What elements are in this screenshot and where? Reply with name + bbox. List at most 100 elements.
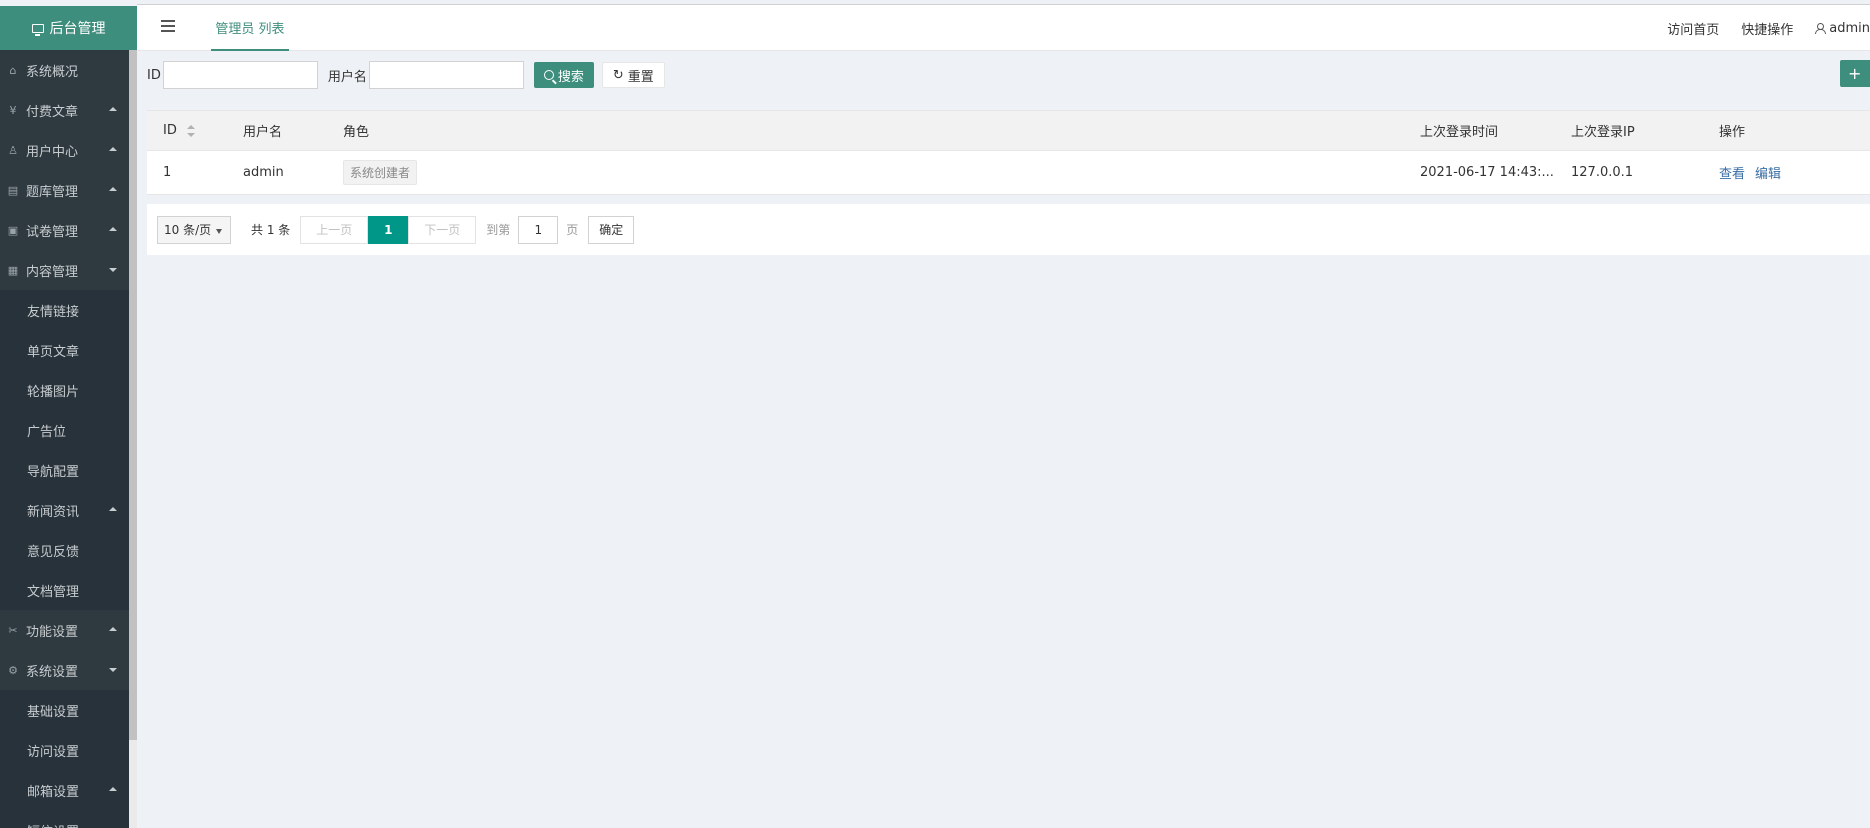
content-submenu: 友情链接 单页文章 轮播图片 广告位 导航配置 新闻资讯 意见反馈 文档管理 (0, 290, 129, 610)
cell-actions: 查看 编辑 (1719, 151, 1791, 194)
sort-icon[interactable] (186, 124, 195, 137)
refresh-icon: ↻ (612, 67, 624, 83)
cell-last-login-time: 2021-06-17 14:43:... (1420, 165, 1554, 180)
cell-last-login-ip: 127.0.0.1 (1571, 165, 1634, 180)
caret-down-icon (109, 268, 117, 272)
sidebar-item-label: 用户中心 (26, 144, 79, 160)
sidebar-subitem[interactable]: 广告位 (0, 410, 129, 450)
sidebar-item-label: 新闻资讯 (27, 504, 80, 520)
tools-icon: ✂ (8, 623, 18, 637)
paper-icon: ▣ (7, 223, 19, 237)
sidebar-item-question-bank[interactable]: ▤ 题库管理 (0, 170, 129, 210)
sidebar-item-system-settings[interactable]: ⚙ 系统设置 (0, 650, 129, 690)
caret-up-icon (109, 147, 117, 151)
system-submenu: 基础设置 访问设置 邮箱设置 短信设置 (0, 690, 129, 828)
prev-page-button[interactable]: 上一页 (300, 215, 369, 244)
sidebar-subitem[interactable]: 访问设置 (0, 730, 129, 770)
id-input[interactable] (162, 61, 318, 89)
username-label: 用户名 (327, 69, 367, 85)
sidebar-subitem[interactable]: 短信设置 (0, 810, 129, 828)
tab-admin-list[interactable]: 管理员 列表 (211, 5, 289, 51)
column-header-label: ID (163, 123, 177, 138)
sidebar-subitem-news[interactable]: 新闻资讯 (0, 490, 129, 530)
scrollbar-thumb[interactable] (129, 50, 137, 740)
caret-up-icon (109, 187, 117, 191)
cell-id: 1 (163, 165, 172, 180)
sidebar-item-content[interactable]: ▦ 内容管理 (0, 250, 129, 290)
table-row: 1 admin 系统创建者 2021-06-17 14:43:... 127.0… (147, 151, 1870, 195)
sidebar-subitem-mail[interactable]: 邮箱设置 (0, 770, 129, 810)
column-header-last-login-time: 上次登录时间 (1420, 125, 1499, 140)
goto-label: 到第 (486, 223, 511, 237)
sidebar-subitem[interactable]: 意见反馈 (0, 530, 129, 570)
sidebar-item-label: 题库管理 (26, 184, 79, 200)
user-menu[interactable]: admin (1815, 21, 1870, 36)
sidebar-item-exam-papers[interactable]: ▣ 试卷管理 (0, 210, 129, 250)
column-header-last-login-ip: 上次登录IP (1571, 125, 1635, 140)
sidebar-subitem[interactable]: 单页文章 (0, 330, 129, 370)
grid-icon: ▦ (7, 263, 19, 277)
reset-button[interactable]: ↻ 重置 (601, 62, 665, 88)
confirm-button[interactable]: 确定 (588, 215, 635, 244)
view-link[interactable]: 查看 (1719, 163, 1745, 182)
cell-username: admin (243, 165, 284, 180)
caret-down-icon (109, 668, 117, 672)
gear-icon: ⚙ (8, 663, 18, 677)
file-icon: ▤ (7, 183, 19, 197)
table-header: ID 用户名 角色 上次登录时间 上次登录IP 操作 (147, 111, 1870, 151)
sidebar-subitem[interactable]: 友情链接 (0, 290, 129, 330)
search-button[interactable]: 搜索 (533, 62, 594, 88)
user-name: admin (1829, 20, 1870, 36)
add-button[interactable]: + (1840, 60, 1870, 87)
search-icon (543, 70, 554, 80)
sidebar-menu: ⌂ 系统概况 ¥ 付费文章 ♙ 用户中心 ▤ 题库管理 ▣ 试卷管理 ▦ 内容管… (0, 50, 129, 828)
sidebar: 后台管理 ⌂ 系统概况 ¥ 付费文章 ♙ 用户中心 ▤ 题库管理 ▣ 试卷管理 … (0, 6, 137, 828)
role-tag: 系统创建者 (343, 160, 418, 185)
sidebar-item-label: 付费文章 (26, 104, 79, 120)
page-unit-label: 页 (566, 223, 579, 237)
reset-button-label: 重置 (627, 69, 654, 85)
sidebar-subitem[interactable]: 轮播图片 (0, 370, 129, 410)
sidebar-item-user-center[interactable]: ♙ 用户中心 (0, 130, 129, 170)
home-icon: ⌂ (9, 63, 17, 77)
header-links: 访问首页 快捷操作 admin (1667, 5, 1870, 51)
logo-text: 后台管理 (49, 21, 106, 37)
sidebar-item-label: 试卷管理 (26, 224, 79, 240)
user-icon: ♙ (8, 143, 18, 157)
sidebar-item-label: 功能设置 (26, 624, 79, 640)
column-header-id[interactable]: ID (163, 111, 195, 150)
caret-up-icon (109, 227, 117, 231)
edit-link[interactable]: 编辑 (1755, 163, 1781, 182)
visit-home-link[interactable]: 访问首页 (1667, 19, 1719, 38)
search-bar: ID 用户名 搜索 ↻ 重置 (147, 60, 665, 90)
quick-actions-link[interactable]: 快捷操作 (1741, 19, 1793, 38)
sidebar-subitem[interactable]: 导航配置 (0, 450, 129, 490)
username-input[interactable] (368, 61, 524, 89)
sidebar-subitem[interactable]: 基础设置 (0, 690, 129, 730)
id-label: ID (147, 67, 161, 83)
column-header-username: 用户名 (243, 125, 283, 140)
caret-up-icon (109, 787, 117, 791)
caret-up-icon (109, 507, 117, 511)
top-header: 管理员 列表 访问首页 快捷操作 admin (137, 4, 1870, 51)
sidebar-item-paid-articles[interactable]: ¥ 付费文章 (0, 90, 129, 130)
monitor-icon (31, 23, 44, 36)
sidebar-item-label: 系统概况 (26, 64, 79, 80)
current-page[interactable]: 1 (368, 215, 409, 244)
column-header-role: 角色 (343, 125, 370, 140)
sidebar-item-function-settings[interactable]: ✂ 功能设置 (0, 610, 129, 650)
sidebar-subitem[interactable]: 文档管理 (0, 570, 129, 610)
goto-page-input[interactable]: 1 (518, 215, 559, 244)
sidebar-item-label: 内容管理 (26, 264, 79, 280)
sidebar-logo[interactable]: 后台管理 (0, 6, 137, 50)
caret-up-icon (109, 107, 117, 111)
next-page-button[interactable]: 下一页 (408, 215, 477, 244)
caret-up-icon (109, 627, 117, 631)
page-size-select[interactable]: 10 条/页 (157, 215, 231, 244)
sidebar-scrollbar[interactable] (129, 50, 137, 828)
search-button-label: 搜索 (557, 69, 584, 85)
sidebar-item-overview[interactable]: ⌂ 系统概况 (0, 50, 129, 90)
menu-toggle-icon[interactable] (161, 20, 175, 32)
user-icon (1815, 22, 1827, 34)
sidebar-item-label: 系统设置 (26, 664, 79, 680)
